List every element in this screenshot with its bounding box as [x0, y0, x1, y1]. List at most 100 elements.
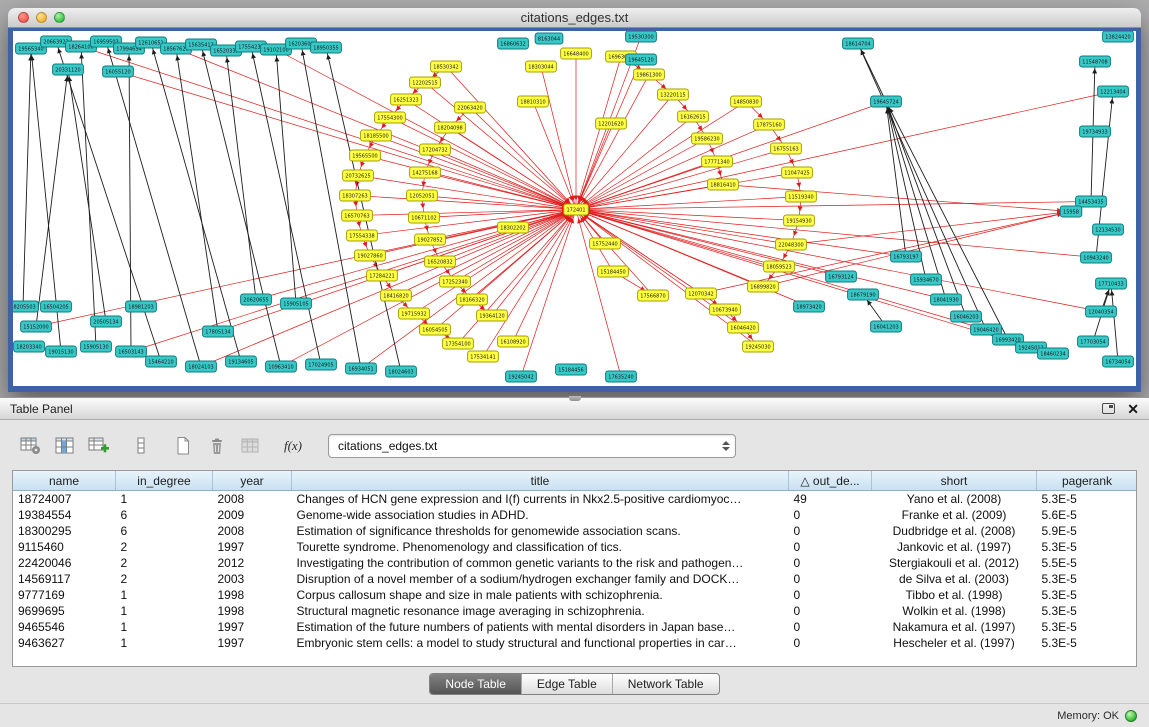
graph-node[interactable]: 14275168 [410, 167, 441, 178]
table-row[interactable]: 1872400712008Changes of HCN gene express… [13, 491, 1137, 508]
graph-edge[interactable] [118, 72, 576, 210]
table-cell[interactable]: 5.3E-5 [1037, 571, 1138, 587]
table-cell[interactable]: 6 [116, 507, 213, 523]
column-header[interactable]: pagerank [1037, 471, 1138, 491]
table-cell[interactable]: 9777169 [13, 587, 116, 603]
graph-edge[interactable] [358, 176, 576, 210]
graph-node[interactable]: 10671102 [409, 212, 440, 223]
graph-node[interactable]: 15464210 [146, 356, 177, 367]
table-cell[interactable]: 2008 [213, 523, 292, 539]
graph-node[interactable]: 19134605 [226, 356, 257, 367]
table-cell[interactable]: 5.9E-5 [1037, 523, 1138, 539]
table-cell[interactable]: 9699695 [13, 603, 116, 619]
table-row[interactable]: 969969511998Structural magnetic resonanc… [13, 603, 1137, 619]
table-cell[interactable]: Franke et al. (2009) [872, 507, 1037, 523]
table-cell[interactable]: 9115460 [13, 539, 116, 555]
graph-edge[interactable] [533, 102, 576, 210]
table-cell[interactable]: Tourette syndrome. Phenomenology and cla… [292, 539, 789, 555]
table-cell[interactable]: Dudbridge et al. (2008) [872, 523, 1037, 539]
tab-edge-table[interactable]: Edge Table [521, 674, 612, 694]
graph-node[interactable]: 17566870 [638, 290, 669, 301]
table-cell[interactable]: 5.3E-5 [1037, 603, 1138, 619]
graph-node[interactable]: 18024603 [386, 366, 417, 377]
graph-node[interactable]: 18166320 [457, 294, 488, 305]
graph-node[interactable]: 17703054 [1078, 336, 1109, 347]
table-cell[interactable]: 14569117 [13, 571, 116, 587]
table-cell[interactable]: 2012 [213, 555, 292, 571]
graph-node[interactable]: 22048300 [776, 239, 807, 250]
graph-edge[interactable] [791, 212, 1071, 245]
graph-edge[interactable] [68, 70, 106, 322]
table-cell[interactable]: 0 [789, 523, 872, 539]
graph-node[interactable]: 18205503 [13, 301, 38, 312]
table-cell[interactable]: 5.3E-5 [1037, 491, 1138, 508]
table-cell[interactable]: 0 [789, 587, 872, 603]
graph-node[interactable]: 17554300 [375, 112, 406, 123]
table-cell[interactable]: Tibbo et al. (1998) [872, 587, 1037, 603]
table-row[interactable]: 946362711997Embryonic stem cells: a mode… [13, 635, 1137, 651]
graph-node[interactable]: 18203340 [14, 341, 45, 352]
table-cell[interactable]: 1997 [213, 619, 292, 635]
graph-node[interactable]: 15905105 [281, 298, 312, 309]
graph-node[interactable]: 15184456 [556, 364, 587, 375]
column-header[interactable]: title [292, 471, 789, 491]
graph-node[interactable]: 17354100 [443, 338, 474, 349]
graph-edge[interactable] [81, 47, 96, 347]
graph-node[interactable]: 16041203 [871, 321, 902, 332]
table-cell[interactable]: 5.3E-5 [1037, 619, 1138, 635]
table-cell[interactable]: Jankovic et al. (1997) [872, 539, 1037, 555]
graph-edge[interactable] [576, 60, 641, 210]
graph-edge[interactable] [576, 125, 769, 210]
graph-node[interactable]: 18024103 [186, 361, 217, 372]
graph-node[interactable]: 18981203 [126, 301, 157, 312]
table-cell[interactable]: Nakamura et al. (1997) [872, 619, 1037, 635]
new-document-button[interactable] [168, 433, 198, 459]
float-panel-icon[interactable] [1102, 403, 1115, 414]
graph-node[interactable]: 17204732 [420, 144, 451, 155]
graph-node[interactable]: 20732625 [343, 170, 374, 181]
table-cell[interactable]: Estimation of significance thresholds fo… [292, 523, 789, 539]
graph-node[interactable]: 17771340 [702, 156, 733, 167]
graph-node[interactable]: 15958 [1060, 206, 1082, 217]
graph-node[interactable]: 16108920 [498, 336, 529, 347]
table-mode-button[interactable] [16, 433, 46, 459]
graph-node[interactable]: 17554338 [347, 230, 378, 241]
graph-node[interactable]: 18307263 [340, 190, 371, 201]
table-cell[interactable]: 2009 [213, 507, 292, 523]
graph-node[interactable]: 17805134 [203, 326, 234, 337]
graph-node[interactable]: 10673940 [710, 304, 741, 315]
graph-node[interactable]: 12134530 [1093, 224, 1124, 235]
graph-edge[interactable] [576, 173, 797, 210]
graph-node[interactable]: 16503143 [116, 346, 147, 357]
graph-node[interactable]: 12070342 [686, 288, 717, 299]
table-cell[interactable]: 1 [116, 635, 213, 651]
graph-edge[interactable] [357, 210, 576, 216]
table-cell[interactable]: de Silva et al. (2003) [872, 571, 1037, 587]
graph-node[interactable]: 172401 [564, 204, 589, 215]
graph-node[interactable]: 19364120 [477, 310, 508, 321]
graph-edge[interactable] [576, 75, 649, 210]
tab-node-table[interactable]: Node Table [430, 674, 521, 694]
table-cell[interactable]: 2008 [213, 491, 292, 508]
table-row[interactable]: 946554611997Estimation of the future num… [13, 619, 1137, 635]
graph-node[interactable]: 12202515 [410, 77, 441, 88]
graph-node[interactable]: 18416820 [381, 290, 412, 301]
window-titlebar[interactable]: citations_edges.txt [8, 8, 1141, 28]
table-cell[interactable]: 5.6E-5 [1037, 507, 1138, 523]
table-cell[interactable]: 1997 [213, 635, 292, 651]
graph-edge[interactable] [541, 67, 576, 210]
graph-node[interactable]: 16648400 [561, 48, 592, 59]
graph-node[interactable]: 18810310 [518, 96, 549, 107]
graph-node[interactable]: 17635240 [606, 371, 637, 382]
table-cell[interactable]: Wolkin et al. (1998) [872, 603, 1037, 619]
table-row[interactable]: 2242004622012Investigating the contribut… [13, 555, 1137, 571]
table-cell[interactable]: 1998 [213, 587, 292, 603]
table-row[interactable]: 1456911722003Disruption of a novel membe… [13, 571, 1137, 587]
graph-node[interactable]: 14850830 [731, 96, 762, 107]
graph-node[interactable]: 19015130 [46, 346, 77, 357]
table-cell[interactable]: 19384554 [13, 507, 116, 523]
minimize-window-button[interactable] [36, 12, 47, 23]
table-cell[interactable]: 5.5E-5 [1037, 555, 1138, 571]
table-cell[interactable]: Yano et al. (2008) [872, 491, 1037, 508]
graph-node[interactable]: 19027860 [355, 250, 386, 261]
